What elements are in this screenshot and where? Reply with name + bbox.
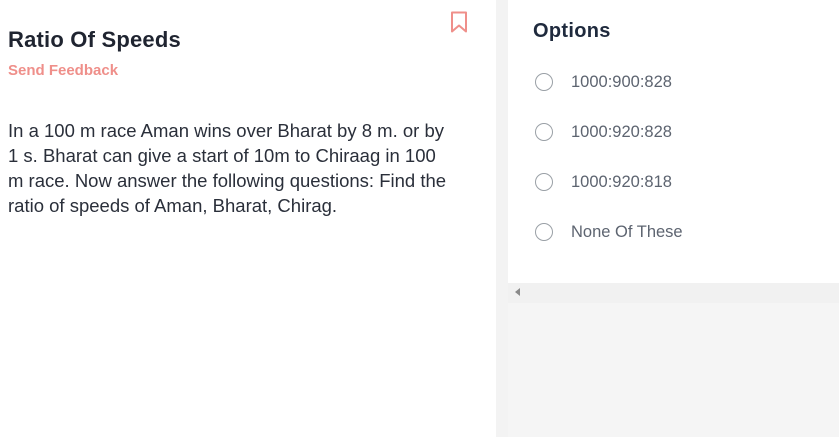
radio-button[interactable] — [535, 223, 553, 241]
send-feedback-link[interactable]: Send Feedback — [8, 62, 118, 79]
option-label: 1000:900:828 — [571, 72, 672, 91]
option-2[interactable]: 1000:920:828 — [535, 120, 672, 144]
bookmark-icon[interactable] — [450, 11, 468, 33]
scroll-left-arrow-icon[interactable] — [515, 288, 520, 296]
option-4[interactable]: None Of These — [535, 220, 683, 244]
option-label: 1000:920:828 — [571, 122, 672, 141]
option-label: 1000:920:818 — [571, 172, 672, 191]
question-title: Ratio Of Speeds — [8, 27, 181, 52]
radio-button[interactable] — [535, 73, 553, 91]
options-panel: Options 1000:900:828 1000:920:828 1000:9… — [508, 0, 839, 283]
option-3[interactable]: 1000:920:818 — [535, 170, 672, 194]
option-1[interactable]: 1000:900:828 — [535, 70, 672, 94]
options-heading: Options — [533, 20, 611, 42]
question-panel: Ratio Of Speeds Send Feedback In a 100 m… — [0, 0, 496, 437]
horizontal-scrollbar[interactable] — [508, 283, 839, 303]
option-label: None Of These — [571, 222, 683, 241]
panel-divider[interactable] — [496, 0, 508, 437]
question-text: In a 100 m race Aman wins over Bharat by… — [8, 120, 447, 216]
radio-button[interactable] — [535, 123, 553, 141]
radio-button[interactable] — [535, 173, 553, 191]
